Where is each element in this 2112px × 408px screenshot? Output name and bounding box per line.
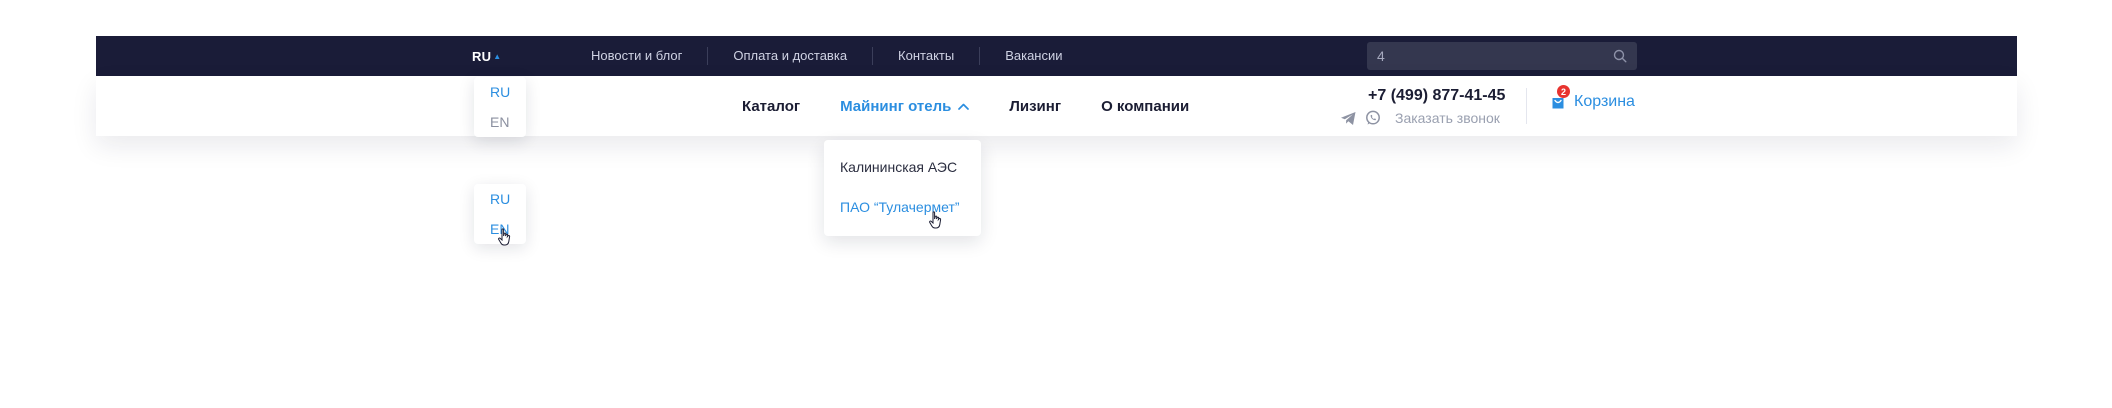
nav-mining-hotel[interactable]: Майнинг отель [840,97,970,115]
search-input[interactable] [1367,42,1617,70]
callback-link[interactable]: Заказать звонок [1395,110,1500,126]
caret-up-icon: ▲ [493,52,502,61]
nav-leasing-label: Лизинг [1009,97,1062,115]
main-nav: Каталог Майнинг отель Лизинг О компании [742,76,1229,136]
top-nav-news[interactable]: Новости и блог [566,47,707,65]
nav-leasing[interactable]: Лизинг [1009,98,1061,115]
nav-catalog-label: Каталог [742,97,801,115]
nav-about[interactable]: О компании [1101,98,1189,115]
top-nav-vacancies[interactable]: Вакансии [979,47,1087,65]
cart-label: Корзина [1574,93,1635,110]
language-option-en[interactable]: EN [474,107,526,137]
chevron-up-icon [958,103,970,110]
top-bar: RU ▲ Новости и блог Оплата и доставка Кон… [96,36,2017,76]
contact-row: Заказать звонок [1340,110,1500,126]
header-divider [1526,88,1527,124]
nav-about-label: О компании [1101,97,1190,115]
mining-hotel-submenu: Калининская АЭС ПАО “Тулачермет” [824,140,981,236]
top-nav-contacts[interactable]: Контакты [872,47,979,65]
language-current-label: RU [472,49,492,64]
telegram-icon[interactable] [1340,111,1357,126]
cart-button[interactable]: 2 Корзина [1550,85,1635,111]
cart-icon-wrap: 2 [1550,85,1570,110]
nav-catalog[interactable]: Каталог [742,98,800,115]
search-icon[interactable] [1613,49,1627,63]
language-dropdown: RU EN [474,77,526,137]
top-nav-payment-delivery[interactable]: Оплата и доставка [707,47,872,65]
hand-pointer-icon [498,228,511,246]
main-bar: Каталог Майнинг отель Лизинг О компании … [96,76,2017,136]
nav-mining-hotel-label: Майнинг отель [840,97,952,115]
top-nav: Новости и блог Оплата и доставка Контакт… [566,36,1088,76]
search-box [1367,42,1637,70]
language-switcher[interactable]: RU ▲ [472,49,501,64]
submenu-item-kalinin-npp[interactable]: Калининская АЭС [840,159,957,175]
language-option-ru[interactable]: RU [474,184,526,214]
whatsapp-icon[interactable] [1365,110,1381,126]
cart-count-badge: 2 [1557,85,1570,98]
hand-pointer-icon [929,211,942,229]
phone-number[interactable]: +7 (499) 877-41-45 [1368,87,1505,105]
language-option-ru[interactable]: RU [474,77,526,107]
